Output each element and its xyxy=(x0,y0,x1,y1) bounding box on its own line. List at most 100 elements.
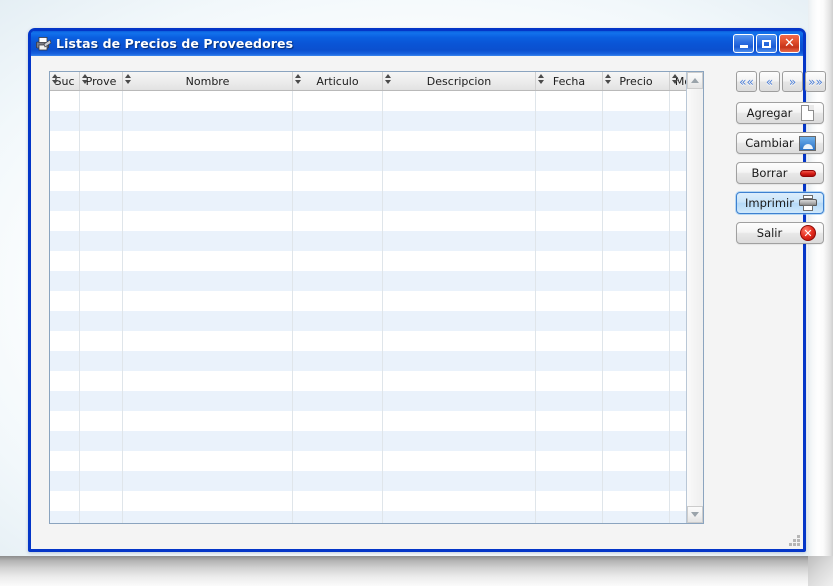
table-cell[interactable] xyxy=(670,191,686,211)
table-cell[interactable] xyxy=(80,411,123,431)
table-cell[interactable] xyxy=(536,451,603,471)
table-cell[interactable] xyxy=(536,331,603,351)
table-cell[interactable] xyxy=(603,191,670,211)
table-cell[interactable] xyxy=(293,511,383,523)
table-cell[interactable] xyxy=(536,231,603,251)
nav-next-button[interactable]: » xyxy=(782,71,803,92)
table-row[interactable] xyxy=(50,411,686,431)
table-cell[interactable] xyxy=(123,191,293,211)
table-cell[interactable] xyxy=(670,291,686,311)
table-cell[interactable] xyxy=(123,151,293,171)
table-cell[interactable] xyxy=(536,91,603,111)
table-cell[interactable] xyxy=(80,471,123,491)
table-cell[interactable] xyxy=(383,111,536,131)
table-cell[interactable] xyxy=(603,291,670,311)
table-cell[interactable] xyxy=(603,331,670,351)
table-cell[interactable] xyxy=(603,431,670,451)
table-row[interactable] xyxy=(50,271,686,291)
table-cell[interactable] xyxy=(123,511,293,523)
table-cell[interactable] xyxy=(670,171,686,191)
table-cell[interactable] xyxy=(670,151,686,171)
table-cell[interactable] xyxy=(670,251,686,271)
table-cell[interactable] xyxy=(383,351,536,371)
table-cell[interactable] xyxy=(536,151,603,171)
table-cell[interactable] xyxy=(670,391,686,411)
table-cell[interactable] xyxy=(536,491,603,511)
grid-column-header[interactable]: Articulo xyxy=(293,72,383,90)
table-cell[interactable] xyxy=(293,231,383,251)
table-cell[interactable] xyxy=(670,371,686,391)
table-cell[interactable] xyxy=(80,131,123,151)
table-cell[interactable] xyxy=(603,371,670,391)
table-row[interactable] xyxy=(50,471,686,491)
table-cell[interactable] xyxy=(383,331,536,351)
table-cell[interactable] xyxy=(603,451,670,471)
table-cell[interactable] xyxy=(123,231,293,251)
table-row[interactable] xyxy=(50,231,686,251)
table-cell[interactable] xyxy=(80,171,123,191)
table-cell[interactable] xyxy=(670,511,686,523)
table-cell[interactable] xyxy=(50,251,80,271)
table-cell[interactable] xyxy=(603,351,670,371)
table-cell[interactable] xyxy=(293,451,383,471)
table-row[interactable] xyxy=(50,251,686,271)
table-cell[interactable] xyxy=(50,311,80,331)
table-cell[interactable] xyxy=(536,191,603,211)
table-cell[interactable] xyxy=(670,91,686,111)
table-cell[interactable] xyxy=(50,191,80,211)
table-cell[interactable] xyxy=(293,151,383,171)
table-cell[interactable] xyxy=(80,271,123,291)
table-cell[interactable] xyxy=(670,231,686,251)
table-cell[interactable] xyxy=(80,371,123,391)
grid-column-header[interactable]: Precio xyxy=(603,72,670,90)
table-row[interactable] xyxy=(50,351,686,371)
window-titlebar[interactable]: Listas de Precios de Proveedores ✕ xyxy=(31,31,803,56)
table-cell[interactable] xyxy=(536,271,603,291)
table-cell[interactable] xyxy=(670,271,686,291)
table-cell[interactable] xyxy=(123,171,293,191)
table-cell[interactable] xyxy=(50,171,80,191)
table-cell[interactable] xyxy=(293,471,383,491)
borrar-button[interactable]: Borrar xyxy=(736,162,824,184)
table-cell[interactable] xyxy=(603,311,670,331)
table-cell[interactable] xyxy=(80,151,123,171)
table-cell[interactable] xyxy=(293,291,383,311)
table-cell[interactable] xyxy=(123,431,293,451)
salir-button[interactable]: Salir ✕ xyxy=(736,222,824,244)
grid-column-header[interactable]: Fecha xyxy=(536,72,603,90)
table-cell[interactable] xyxy=(536,311,603,331)
table-cell[interactable] xyxy=(50,351,80,371)
table-cell[interactable] xyxy=(603,511,670,523)
table-cell[interactable] xyxy=(383,291,536,311)
table-cell[interactable] xyxy=(603,151,670,171)
table-row[interactable] xyxy=(50,391,686,411)
grid-column-header[interactable]: Prove xyxy=(80,72,123,90)
table-cell[interactable] xyxy=(80,451,123,471)
table-cell[interactable] xyxy=(603,411,670,431)
table-cell[interactable] xyxy=(50,91,80,111)
table-cell[interactable] xyxy=(293,111,383,131)
table-cell[interactable] xyxy=(383,211,536,231)
table-cell[interactable] xyxy=(50,111,80,131)
table-cell[interactable] xyxy=(383,251,536,271)
table-cell[interactable] xyxy=(383,431,536,451)
table-cell[interactable] xyxy=(293,391,383,411)
cambiar-button[interactable]: Cambiar xyxy=(736,132,824,154)
table-cell[interactable] xyxy=(50,331,80,351)
table-cell[interactable] xyxy=(293,131,383,151)
table-cell[interactable] xyxy=(670,471,686,491)
table-cell[interactable] xyxy=(123,251,293,271)
table-cell[interactable] xyxy=(80,311,123,331)
table-cell[interactable] xyxy=(80,491,123,511)
table-cell[interactable] xyxy=(383,91,536,111)
table-cell[interactable] xyxy=(123,91,293,111)
table-cell[interactable] xyxy=(536,351,603,371)
table-row[interactable] xyxy=(50,311,686,331)
table-cell[interactable] xyxy=(383,391,536,411)
table-cell[interactable] xyxy=(80,251,123,271)
table-cell[interactable] xyxy=(50,511,80,523)
table-cell[interactable] xyxy=(603,391,670,411)
table-cell[interactable] xyxy=(123,211,293,231)
table-cell[interactable] xyxy=(536,511,603,523)
table-cell[interactable] xyxy=(80,511,123,523)
